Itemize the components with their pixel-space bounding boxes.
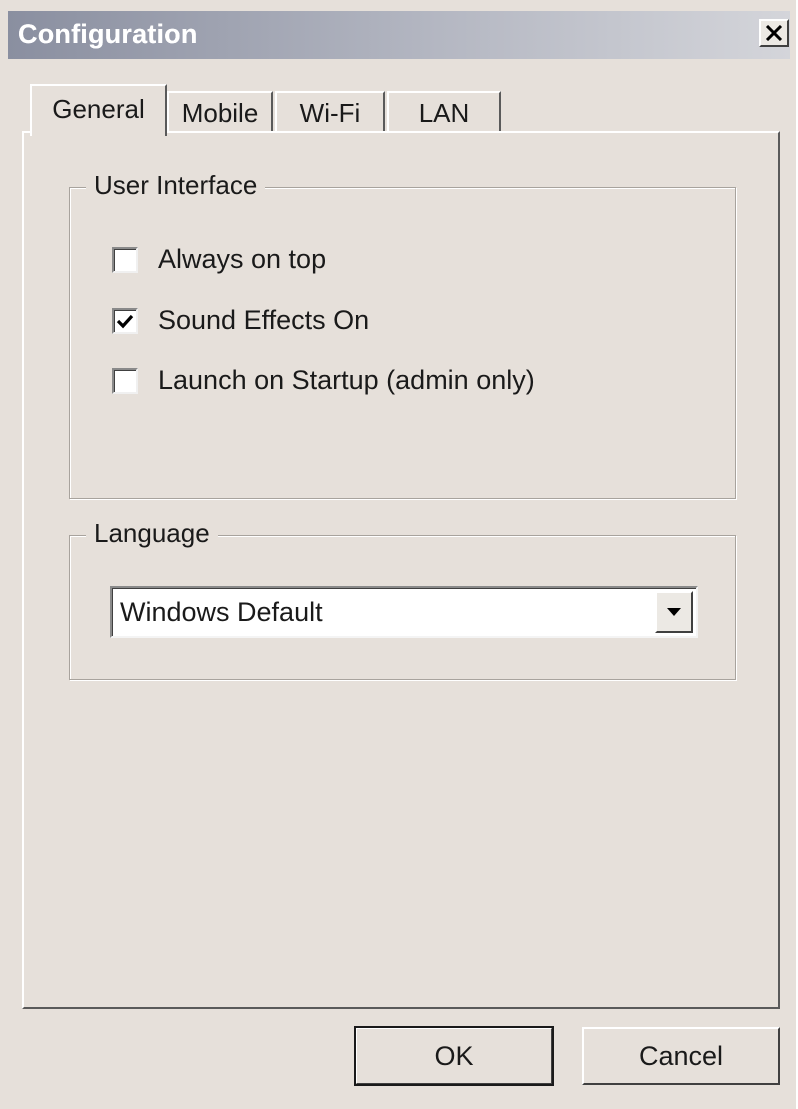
language-selected-value: Windows Default (120, 597, 323, 627)
always-on-top-label: Always on top (158, 244, 327, 274)
ok-button-label: OK (434, 1040, 474, 1071)
language-group-title: Language (86, 518, 218, 549)
chevron-down-icon (667, 608, 681, 616)
sound-effects-label: Sound Effects On (158, 305, 370, 335)
always-on-top-option[interactable]: Always on top (112, 244, 326, 275)
language-dropdown-button[interactable] (655, 591, 693, 633)
configuration-dialog: Configuration Mobile Wi-Fi LAN General U… (0, 0, 798, 1109)
launch-on-startup-option[interactable]: Launch on Startup (admin only) (112, 365, 535, 396)
user-interface-group-title: User Interface (86, 170, 266, 201)
ok-button[interactable]: OK (354, 1026, 554, 1086)
tab-lan[interactable]: LAN (387, 91, 501, 133)
tab-label: Wi-Fi (299, 97, 361, 128)
always-on-top-checkbox[interactable] (112, 246, 138, 273)
window-title: Configuration (18, 19, 198, 49)
cancel-button-label: Cancel (638, 1040, 724, 1071)
user-interface-group: User Interface (69, 170, 736, 499)
launch-on-startup-checkbox[interactable] (112, 367, 138, 394)
tab-label: General (52, 94, 145, 124)
launch-on-startup-label: Launch on Startup (admin only) (158, 365, 535, 395)
tab-wi-fi[interactable]: Wi-Fi (275, 91, 385, 133)
tab-label: LAN (418, 97, 470, 128)
language-select[interactable]: Windows Default (110, 586, 698, 638)
tab-general[interactable]: General (30, 84, 167, 136)
title-bar[interactable]: Configuration (8, 11, 790, 59)
close-button[interactable] (759, 19, 789, 47)
sound-effects-option[interactable]: Sound Effects On (112, 305, 369, 336)
close-icon (765, 25, 783, 41)
checkmark-icon (116, 314, 134, 328)
tab-mobile[interactable]: Mobile (167, 91, 273, 133)
sound-effects-checkbox[interactable] (112, 307, 138, 334)
cancel-button[interactable]: Cancel (582, 1027, 780, 1085)
tab-label: Mobile (181, 97, 259, 128)
